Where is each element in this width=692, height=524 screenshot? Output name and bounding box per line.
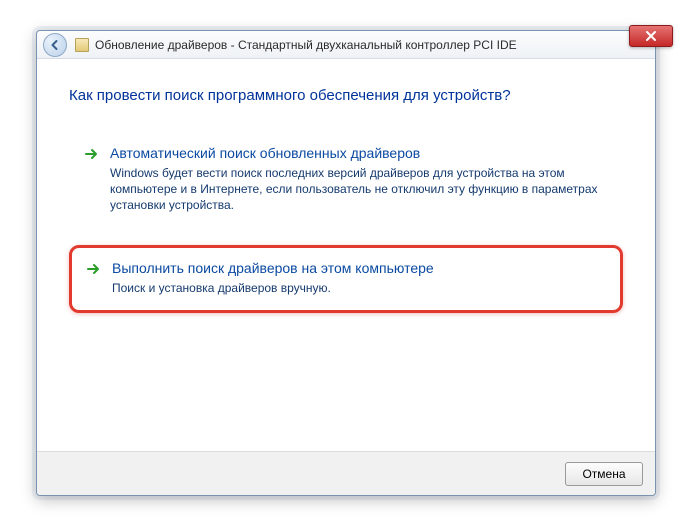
page-heading: Как провести поиск программного обеспече… — [69, 87, 623, 104]
back-arrow-icon — [49, 39, 61, 51]
option-description: Поиск и установка драйверов вручную. — [112, 280, 606, 296]
dialog-window: Обновление драйверов - Стандартный двухк… — [36, 30, 656, 496]
footer: Отмена — [37, 451, 655, 495]
close-icon — [645, 30, 657, 42]
option-description: Windows будет вести поиск последних верс… — [110, 165, 608, 214]
option-browse-computer[interactable]: Выполнить поиск драйверов на этом компью… — [69, 245, 623, 313]
window-title: Обновление драйверов - Стандартный двухк… — [95, 38, 517, 52]
titlebar: Обновление драйверов - Стандартный двухк… — [37, 31, 655, 59]
close-button[interactable] — [629, 25, 673, 47]
back-button[interactable] — [43, 33, 67, 57]
option-auto-search[interactable]: Автоматический поиск обновленных драйвер… — [69, 132, 623, 229]
content-area: Как провести поиск программного обеспече… — [37, 59, 655, 451]
option-title: Автоматический поиск обновленных драйвер… — [110, 145, 608, 161]
arrow-right-icon — [86, 261, 102, 277]
window-icon — [75, 38, 89, 52]
option-title: Выполнить поиск драйверов на этом компью… — [112, 260, 606, 276]
arrow-right-icon — [84, 146, 100, 162]
cancel-button[interactable]: Отмена — [565, 462, 643, 486]
